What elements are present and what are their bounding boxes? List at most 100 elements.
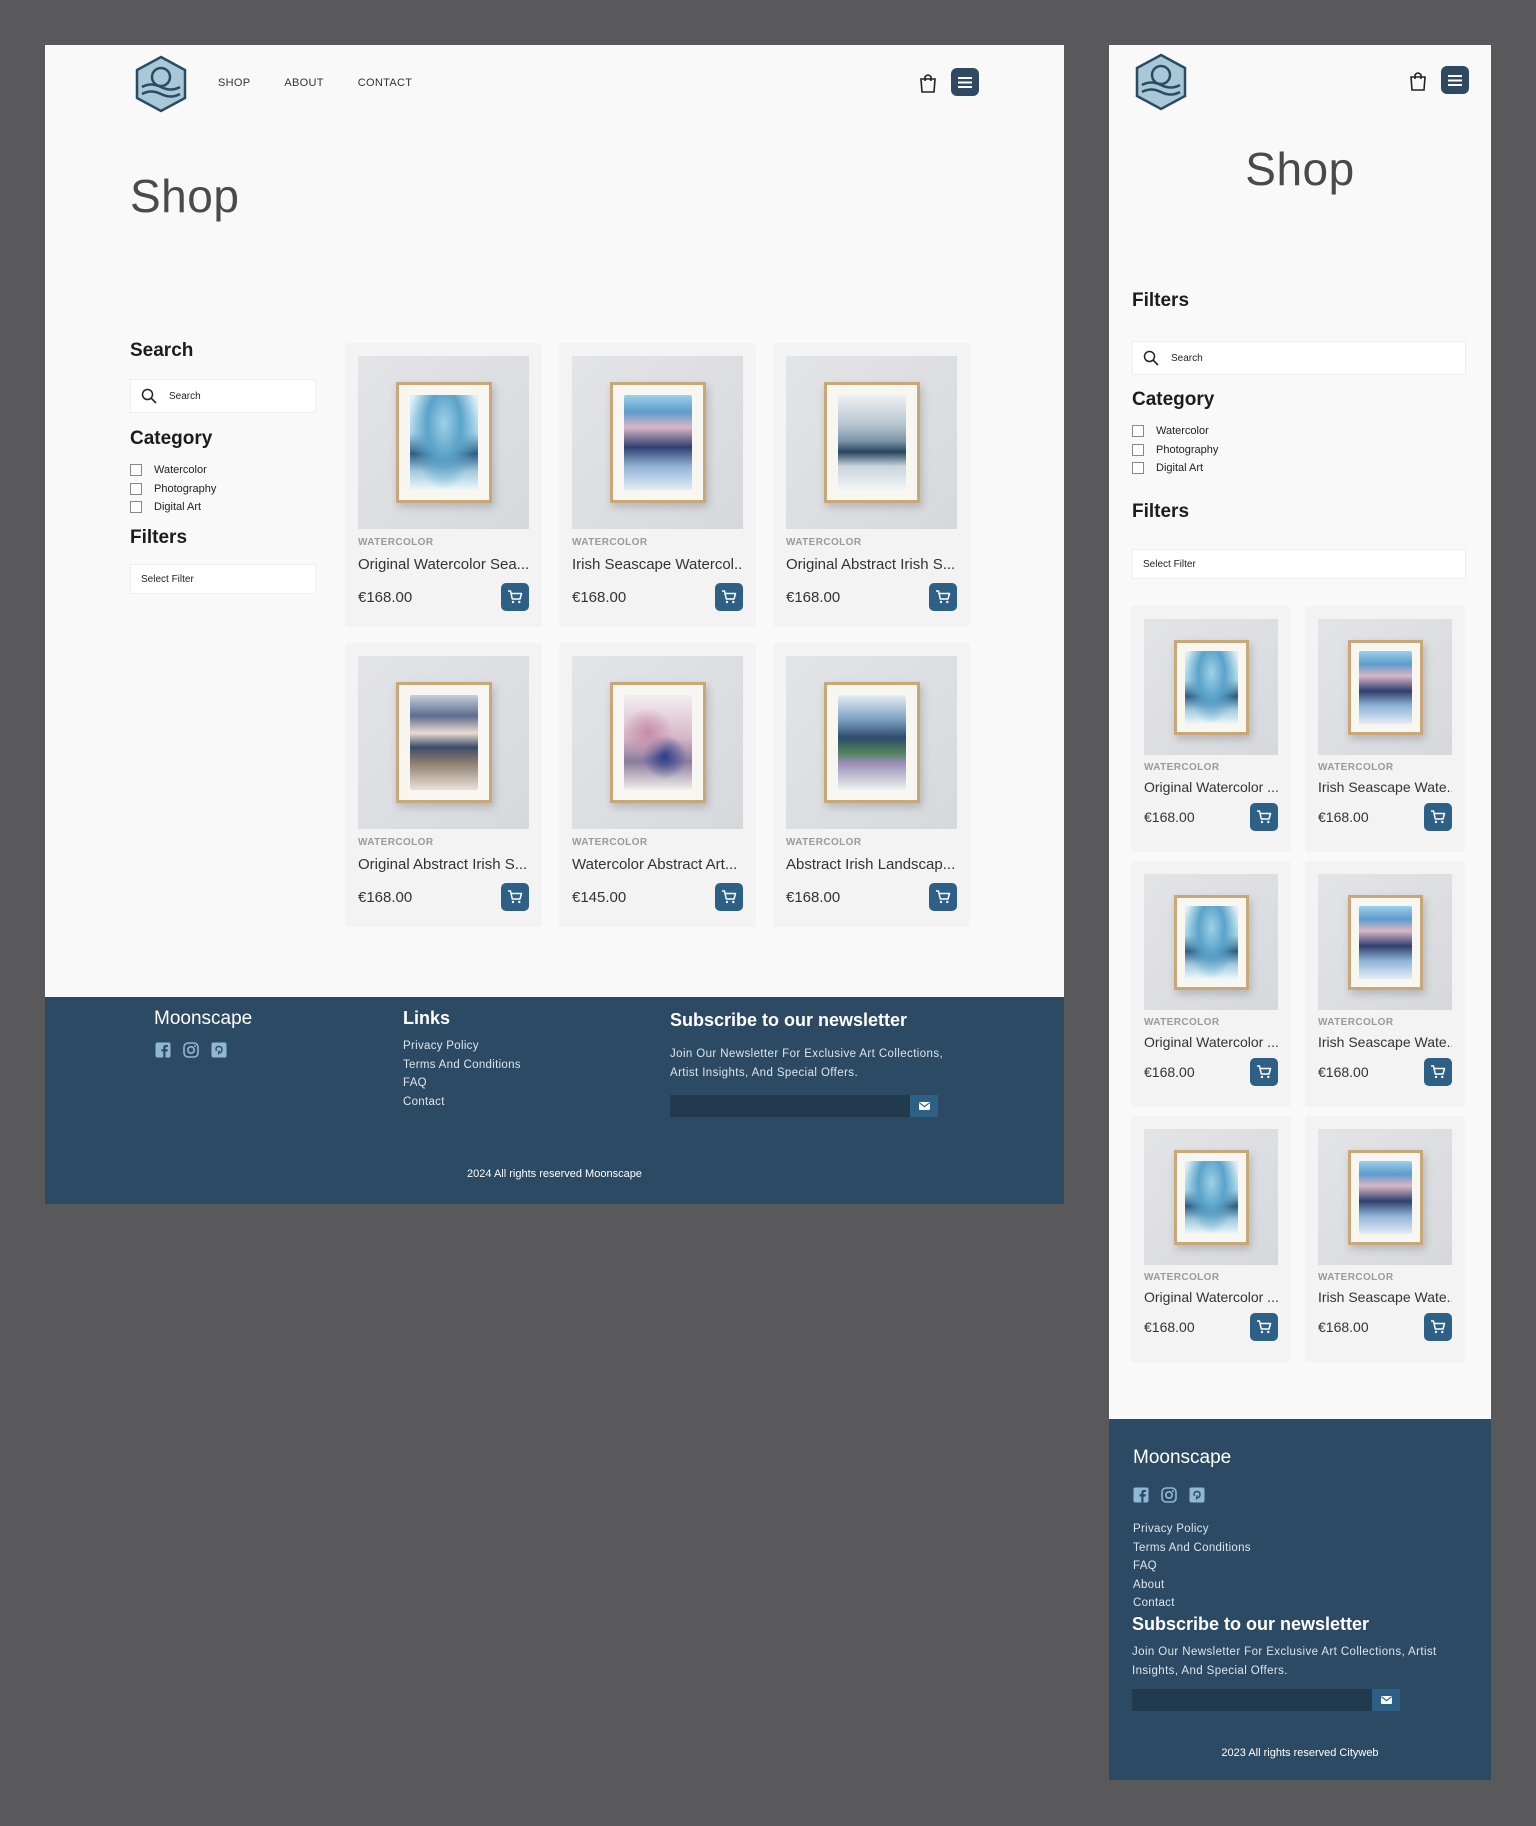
footer-link-terms[interactable]: Terms And Conditions — [1133, 1539, 1251, 1558]
footer-link-privacy[interactable]: Privacy Policy — [403, 1037, 521, 1056]
product-card[interactable]: WATERCOLOR Watercolor Abstract Art... €145… — [559, 643, 756, 927]
product-image[interactable] — [572, 656, 743, 829]
product-image[interactable] — [1144, 874, 1278, 1010]
product-card[interactable]: WATERCOLOR Original Watercolor ... €168.00 — [1131, 1116, 1291, 1362]
add-to-cart-button[interactable] — [501, 583, 529, 611]
subscribe-button[interactable] — [910, 1095, 938, 1117]
product-name[interactable]: Watercolor Abstract Art... — [572, 856, 743, 873]
category-list: Watercolor Photography Digital Art — [1132, 422, 1218, 478]
nav-shop[interactable]: SHOP — [218, 77, 250, 89]
checkbox[interactable] — [130, 482, 142, 495]
pinterest-icon[interactable] — [211, 1042, 227, 1058]
moonscape-logo[interactable] — [134, 55, 188, 113]
shopping-bag-icon[interactable] — [919, 73, 937, 93]
filter-select[interactable]: Select Filter — [130, 564, 316, 594]
product-card[interactable]: WATERCOLOR Original Watercolor ... €168.00 — [1131, 861, 1291, 1107]
product-card[interactable]: WATERCOLOR Original Watercolor ... €168.00 — [1131, 606, 1291, 852]
category-heading: Category — [1132, 389, 1215, 410]
add-to-cart-button[interactable] — [1424, 1058, 1452, 1086]
search-input[interactable] — [169, 390, 309, 402]
product-name[interactable]: Irish Seascape Wate... — [1318, 1289, 1452, 1305]
product-image[interactable] — [1318, 1129, 1452, 1265]
instagram-icon[interactable] — [1161, 1487, 1177, 1503]
facebook-icon[interactable] — [155, 1042, 171, 1058]
product-image[interactable] — [572, 356, 743, 529]
product-image[interactable] — [1144, 619, 1278, 755]
newsletter-form — [670, 1095, 938, 1117]
nav-about[interactable]: ABOUT — [284, 77, 323, 89]
checkbox[interactable] — [130, 464, 142, 477]
category-watercolor[interactable]: Watercolor — [130, 461, 216, 480]
product-name[interactable]: Abstract Irish Landscap... — [786, 856, 957, 873]
checkbox[interactable] — [1132, 443, 1144, 456]
add-to-cart-button[interactable] — [929, 583, 957, 611]
pinterest-icon[interactable] — [1189, 1487, 1205, 1503]
product-card[interactable]: WATERCOLOR Original Abstract Irish S... €1… — [773, 343, 970, 627]
product-card[interactable]: WATERCOLOR Irish Seascape Watercol... €168… — [559, 343, 756, 627]
newsletter-email-input[interactable] — [1132, 1689, 1372, 1711]
menu-button[interactable] — [1441, 66, 1469, 94]
filter-select[interactable]: Select Filter — [1132, 549, 1466, 579]
product-card[interactable]: WATERCOLOR Irish Seascape Wate... €168.00 — [1305, 861, 1465, 1107]
product-card[interactable]: WATERCOLOR Irish Seascape Wate... €168.00 — [1305, 606, 1465, 852]
shopping-bag-icon[interactable] — [1409, 71, 1427, 91]
add-to-cart-button[interactable] — [1424, 803, 1452, 831]
footer-link-faq[interactable]: FAQ — [1133, 1557, 1251, 1576]
product-name[interactable]: Original Watercolor Sea... — [358, 556, 529, 573]
product-image[interactable] — [358, 356, 529, 529]
search-field[interactable] — [1132, 341, 1466, 375]
product-image[interactable] — [358, 656, 529, 829]
footer-link-privacy[interactable]: Privacy Policy — [1133, 1520, 1251, 1539]
subscribe-button[interactable] — [1372, 1689, 1400, 1711]
instagram-icon[interactable] — [183, 1042, 199, 1058]
product-card[interactable]: WATERCOLOR Irish Seascape Wate... €168.00 — [1305, 1116, 1465, 1362]
newsletter-email-input[interactable] — [670, 1095, 910, 1117]
product-image[interactable] — [786, 656, 957, 829]
footer-link-about[interactable]: About — [1133, 1576, 1251, 1595]
product-name[interactable]: Irish Seascape Wate... — [1318, 779, 1452, 795]
checkbox[interactable] — [1132, 425, 1144, 438]
search-field[interactable] — [130, 379, 316, 413]
add-to-cart-button[interactable] — [929, 883, 957, 911]
footer-links: Privacy Policy Terms And Conditions FAQ … — [1133, 1520, 1251, 1613]
footer-link-terms[interactable]: Terms And Conditions — [403, 1056, 521, 1075]
footer-link-faq[interactable]: FAQ — [403, 1074, 521, 1093]
category-digital-art[interactable]: Digital Art — [1132, 459, 1218, 478]
product-image[interactable] — [1318, 619, 1452, 755]
add-to-cart-button[interactable] — [1250, 1313, 1278, 1341]
add-to-cart-button[interactable] — [501, 883, 529, 911]
add-to-cart-button[interactable] — [715, 883, 743, 911]
product-image[interactable] — [1318, 874, 1452, 1010]
product-card[interactable]: WATERCOLOR Original Watercolor Sea... €168… — [345, 343, 542, 627]
moonscape-logo[interactable] — [1134, 53, 1188, 111]
product-name[interactable]: Original Watercolor ... — [1144, 1034, 1278, 1050]
menu-button[interactable] — [951, 68, 979, 96]
product-name[interactable]: Irish Seascape Wate... — [1318, 1034, 1452, 1050]
filters-heading: Filters — [130, 527, 188, 548]
product-name[interactable]: Original Watercolor ... — [1144, 1289, 1278, 1305]
product-card[interactable]: WATERCOLOR Original Abstract Irish S... €1… — [345, 643, 542, 927]
product-name[interactable]: Irish Seascape Watercol... — [572, 556, 743, 573]
product-card[interactable]: WATERCOLOR Abstract Irish Landscap... €168… — [773, 643, 970, 927]
footer-link-contact[interactable]: Contact — [1133, 1594, 1251, 1613]
add-to-cart-button[interactable] — [1250, 803, 1278, 831]
checkbox[interactable] — [1132, 462, 1144, 475]
add-to-cart-button[interactable] — [1424, 1313, 1452, 1341]
facebook-icon[interactable] — [1133, 1487, 1149, 1503]
checkbox[interactable] — [130, 501, 142, 514]
product-name[interactable]: Original Watercolor ... — [1144, 779, 1278, 795]
category-digital-art[interactable]: Digital Art — [130, 498, 216, 517]
product-name[interactable]: Original Abstract Irish S... — [786, 556, 957, 573]
nav-contact[interactable]: CONTACT — [358, 77, 412, 89]
product-price: €145.00 — [572, 889, 627, 906]
footer-link-contact[interactable]: Contact — [403, 1093, 521, 1112]
product-image[interactable] — [786, 356, 957, 529]
add-to-cart-button[interactable] — [715, 583, 743, 611]
category-watercolor[interactable]: Watercolor — [1132, 422, 1218, 441]
product-image[interactable] — [1144, 1129, 1278, 1265]
add-to-cart-button[interactable] — [1250, 1058, 1278, 1086]
product-name[interactable]: Original Abstract Irish S... — [358, 856, 529, 873]
search-input[interactable] — [1171, 352, 1429, 364]
category-photography[interactable]: Photography — [130, 480, 216, 499]
category-photography[interactable]: Photography — [1132, 441, 1218, 460]
